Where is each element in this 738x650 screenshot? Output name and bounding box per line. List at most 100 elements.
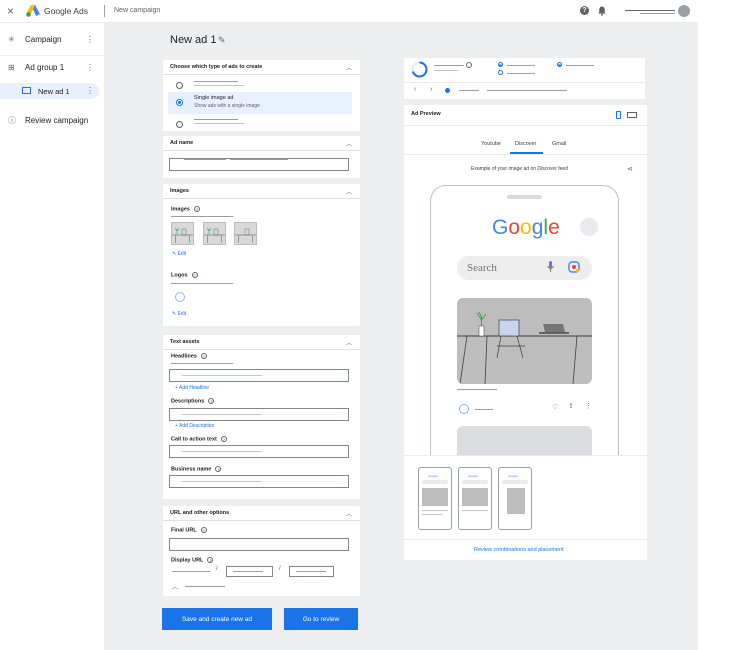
ad-type-radio[interactable]: [176, 99, 183, 106]
placement-thumbnail[interactable]: Google: [498, 467, 532, 530]
card-header[interactable]: Choose which type of ads to create ︿: [163, 60, 360, 75]
placement-thumbnail[interactable]: Google: [418, 467, 452, 530]
description-input[interactable]: [169, 408, 349, 421]
help-icon: ?: [193, 206, 200, 212]
sidebar-item-label: Review campaign: [25, 116, 89, 125]
help-icon: ?: [191, 272, 198, 278]
help-icon: ?: [208, 398, 215, 404]
chevron-up-icon[interactable]: ︿: [172, 582, 178, 591]
avatar: [580, 218, 598, 236]
business-name-input[interactable]: [169, 475, 349, 488]
tab-gmail[interactable]: Gmail: [552, 141, 566, 147]
ad-type-option-selected[interactable]: Single image ad Show ads with a single i…: [168, 92, 352, 114]
google-logo: Google: [492, 216, 560, 239]
help-icon[interactable]: [466, 62, 472, 68]
sidebar-item-label: New ad 1: [38, 87, 70, 96]
chevron-right-icon[interactable]: ›: [430, 86, 432, 93]
ad-strength-panel: ‹ ›: [404, 58, 645, 99]
logo-thumbnail[interactable]: [175, 292, 185, 302]
mobile-icon[interactable]: [616, 111, 621, 119]
chevron-left-icon[interactable]: ‹: [414, 86, 416, 93]
url-card: URL and other options ︿ Final URL? Displa…: [163, 506, 360, 596]
preview-title: Ad Preview: [411, 111, 441, 117]
card-header[interactable]: Images ︿: [163, 184, 360, 199]
card-header[interactable]: Text assets ︿: [163, 335, 360, 350]
account-line: [625, 10, 675, 11]
avatar[interactable]: [678, 5, 690, 17]
save-and-create-new-ad-button[interactable]: Save and create new ad: [162, 608, 272, 630]
tab-youtube[interactable]: Youtube: [481, 141, 501, 147]
help-icon: ?: [215, 466, 222, 472]
more-icon[interactable]: ⋮: [86, 86, 94, 95]
lens-icon[interactable]: [568, 261, 580, 273]
sidebar-item-label: Campaign: [25, 35, 62, 44]
images-label: Images?: [171, 206, 200, 213]
image-thumbnail[interactable]: [234, 222, 257, 245]
phone-frame: Google Search ♡ ⇪ ⋮: [430, 185, 619, 455]
breadcrumb[interactable]: New campaign: [114, 7, 160, 14]
card-header[interactable]: Ad name ︿: [163, 136, 360, 151]
cta-input[interactable]: [169, 445, 349, 458]
share-icon[interactable]: ⋖: [627, 165, 633, 173]
phone-speaker: [507, 195, 542, 199]
final-url-label: Final URL?: [171, 527, 207, 534]
edit-logos-link[interactable]: ✎ Edit: [172, 311, 186, 317]
next-card-placeholder: [457, 426, 592, 455]
ad-preview-panel: Ad Preview Youtube Discover Gmail Exampl…: [404, 105, 647, 560]
close-icon[interactable]: ×: [7, 4, 14, 18]
placeholder-line: [171, 216, 233, 217]
sidebar-item-campaign[interactable]: ✳ Campaign ⋮: [0, 31, 104, 48]
search-placeholder: Search: [467, 262, 497, 274]
top-bar: × Google Ads New campaign ?: [0, 0, 698, 23]
search-bar[interactable]: Search: [457, 256, 592, 280]
ad-name-input[interactable]: [169, 158, 349, 171]
more-icon[interactable]: ⋮: [86, 63, 94, 72]
ad-image-preview: [457, 298, 592, 384]
sidebar-item-label: Ad group 1: [25, 63, 65, 72]
help-icon[interactable]: ?: [580, 6, 589, 15]
review-combinations-link[interactable]: Review combinations and placement: [474, 547, 564, 553]
more-icon[interactable]: ⋮: [86, 35, 94, 44]
bell-icon[interactable]: [598, 6, 606, 16]
image-thumbnail[interactable]: [171, 222, 194, 245]
tab-discover[interactable]: Discover: [515, 141, 536, 147]
card-header[interactable]: URL and other options ︿: [163, 506, 360, 521]
chevron-up-icon: ︿: [345, 66, 352, 72]
divider: [404, 154, 647, 155]
sidebar-item-new-ad[interactable]: New ad 1 ⋮: [0, 83, 99, 99]
placeholder-line: [184, 159, 226, 160]
ad-type-radio[interactable]: [176, 121, 183, 128]
edit-images-link[interactable]: ✎ Edit: [172, 251, 186, 257]
chevron-up-icon: ︿: [345, 512, 352, 518]
display-path-2-input[interactable]: [289, 566, 334, 577]
app-title: Google Ads: [44, 6, 88, 16]
go-to-review-button[interactable]: Go to review: [284, 608, 358, 630]
cta-label: Call to action text?: [171, 436, 227, 443]
divider: [404, 455, 647, 456]
placeholder-line: [194, 123, 244, 124]
ad-type-radio[interactable]: [176, 82, 183, 89]
headline-input[interactable]: [169, 369, 349, 382]
add-description-link[interactable]: + Add Description: [175, 423, 214, 429]
option-title: Single image ad: [194, 95, 234, 101]
asterisk-icon: ✳: [8, 35, 15, 44]
slash-separator: /: [279, 566, 281, 572]
final-url-input[interactable]: [169, 538, 349, 551]
add-headline-link[interactable]: + Add Headline: [175, 385, 209, 391]
mic-icon[interactable]: [547, 261, 554, 273]
placeholder-line: [171, 363, 233, 364]
display-url-label: Display URL?: [171, 557, 214, 564]
placement-thumbnail[interactable]: Google: [458, 467, 492, 530]
sidebar-item-ad-group[interactable]: ⊞ Ad group 1 ⋮: [0, 59, 104, 76]
info-icon: ⓘ: [8, 116, 16, 125]
desktop-icon[interactable]: [627, 112, 637, 118]
sidebar-item-review[interactable]: ⓘ Review campaign: [0, 112, 104, 129]
image-thumbnail[interactable]: [203, 222, 226, 245]
placeholder-line: [487, 90, 567, 91]
placeholder-line: [230, 159, 288, 160]
placeholder-line: [194, 81, 238, 82]
divider: [0, 55, 104, 56]
slash-separator: /: [216, 566, 218, 572]
display-path-1-input[interactable]: [226, 566, 273, 577]
pencil-icon[interactable]: ✎: [218, 35, 226, 46]
